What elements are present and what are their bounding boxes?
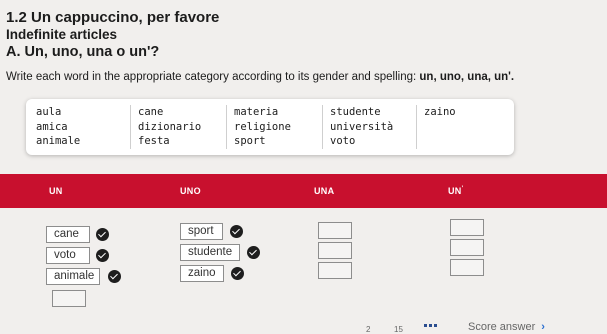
word-bank-item[interactable]: amica [36,120,80,135]
placed-word-chip[interactable]: voto [46,247,90,264]
checkmark-icon [96,228,109,241]
word-bank-item[interactable]: religione [234,120,291,135]
word-bank-item[interactable]: sport [234,134,291,149]
score-answer-label: Score answer [468,321,536,333]
checkmark-icon [108,270,121,283]
topic-title: Indefinite articles [6,27,118,42]
category-label-un-apostrophe: UN' [448,186,463,196]
word-bank-item[interactable]: voto [330,134,393,149]
placed-word-chip[interactable]: cane [46,226,90,243]
word-bank: aula amica animale cane dizionario festa… [26,99,514,155]
divider [322,105,323,149]
word-bank-column: aula amica animale [36,105,80,149]
divider [416,105,417,149]
placed-word-chip[interactable]: zaino [180,265,224,282]
word-bank-column: zaino [424,105,456,120]
placed-word-chip[interactable]: sport [180,223,223,240]
word-bank-item[interactable]: dizionario [138,120,201,135]
word-bank-item[interactable]: aula [36,105,80,120]
category-label-apostrophe: ' [461,186,464,192]
empty-drop-slot[interactable] [318,222,352,239]
category-label-uno: UNO [180,186,201,196]
word-bank-column: studente università voto [330,105,393,149]
empty-drop-slot[interactable] [450,259,484,276]
word-bank-item[interactable]: zaino [424,105,456,120]
word-bank-item[interactable]: animale [36,134,80,149]
category-label-una: UNA [314,186,335,196]
word-bank-column: cane dizionario festa [138,105,201,149]
empty-drop-slot[interactable] [52,290,86,307]
section-title: A. Un, uno, una o un'? [6,44,160,60]
word-bank-column: materia religione sport [234,105,291,149]
page-indicator: 15 [394,325,403,334]
instructions: Write each word in the appropriate categ… [6,71,514,83]
checkmark-icon [230,225,243,238]
instructions-text: Write each word in the appropriate categ… [6,71,420,83]
chevron-right-icon: › [541,321,545,333]
word-bank-item[interactable]: festa [138,134,201,149]
category-label-un: UN [49,186,63,196]
empty-drop-slot[interactable] [318,242,352,259]
score-answer-button[interactable]: Score answer › [468,321,545,333]
word-bank-item[interactable]: studente [330,105,393,120]
word-bank-item[interactable]: università [330,120,393,135]
placed-word-chip[interactable]: animale [46,268,100,285]
category-header-bar: UN UNO UNA UN' [0,174,607,208]
empty-drop-slot[interactable] [318,262,352,279]
checkmark-icon [231,267,244,280]
placed-word-chip[interactable]: studente [180,244,240,261]
empty-drop-slot[interactable] [450,239,484,256]
divider [130,105,131,149]
category-label-text: UN [448,186,462,196]
grid-dots-icon[interactable] [424,324,438,330]
word-bank-item[interactable]: materia [234,105,291,120]
checkmark-icon [247,246,260,259]
page-indicator: 2 [366,325,371,334]
instructions-options: un, uno, una, un'. [419,71,515,83]
word-bank-item[interactable]: cane [138,105,201,120]
lesson-title: 1.2 Un cappuccino, per favore [6,9,220,26]
empty-drop-slot[interactable] [450,219,484,236]
checkmark-icon [96,249,109,262]
divider [226,105,227,149]
